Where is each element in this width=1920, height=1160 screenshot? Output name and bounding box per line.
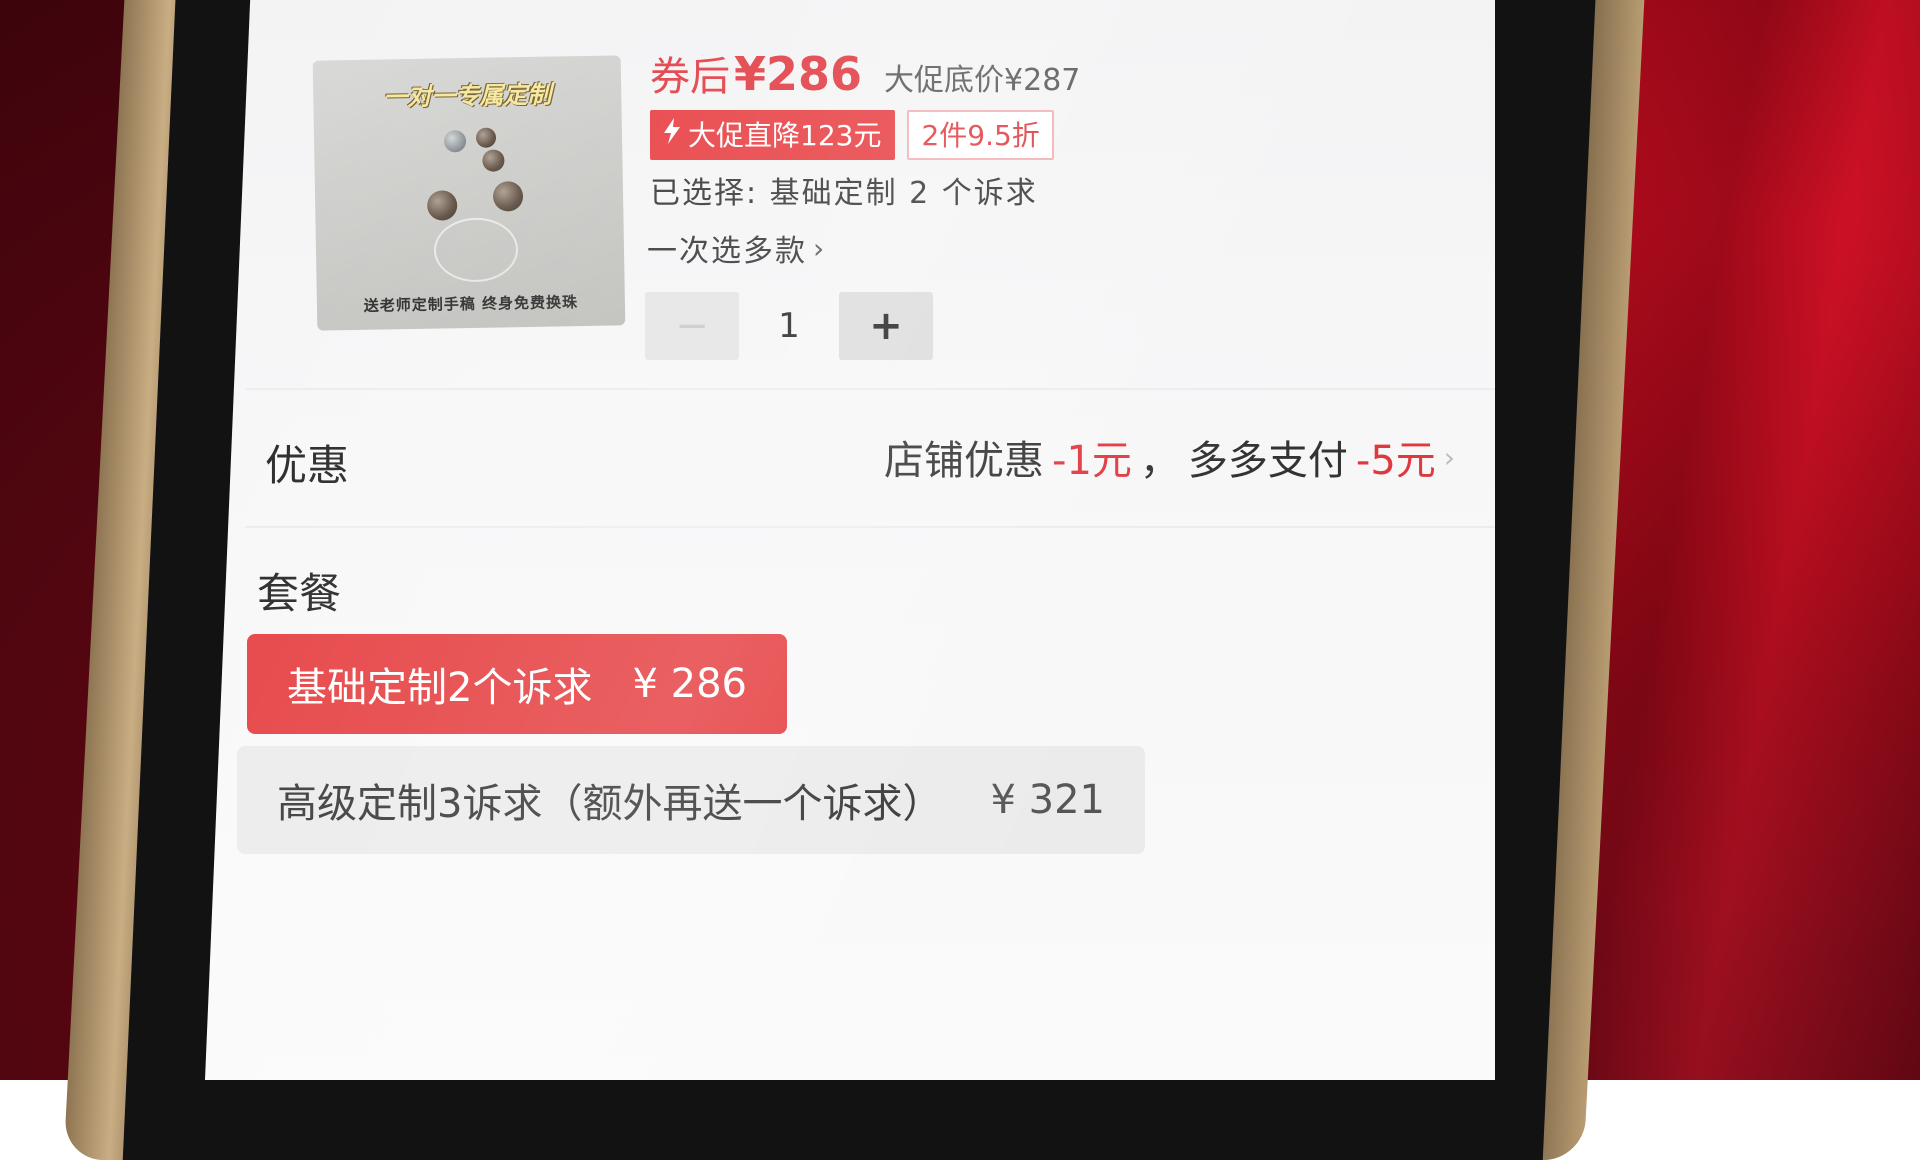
phone-screen: 一对一专属定制 送老师定制手稿 终身免费换珠 券后¥286 大促底价¥287 大促… — [205, 0, 1495, 1080]
bracelet-string — [433, 217, 519, 283]
divider — [245, 388, 1495, 390]
increase-quantity-button[interactable]: + — [839, 292, 933, 360]
package-option-basic[interactable]: 基础定制2个诉求 ¥ 286 — [247, 634, 787, 734]
thumbnail-caption: 送老师定制手稿 终身免费换珠 — [363, 293, 579, 315]
bead — [443, 130, 467, 153]
discount-label: 优惠 — [265, 441, 350, 490]
bead — [482, 149, 505, 172]
promo-tags: 大促直降123元 2件9.5折 — [650, 110, 1054, 160]
lightning-icon — [662, 117, 682, 151]
pay-discount-amount: -5元 — [1355, 438, 1436, 484]
multi-select-label: 一次选多款 — [647, 234, 807, 269]
package-option-advanced[interactable]: 高级定制3诉求（额外再送一个诉求） ¥ 321 — [237, 746, 1145, 854]
multi-select-link[interactable]: 一次选多款 › — [647, 226, 826, 270]
package-name: 基础定制2个诉求 — [287, 665, 593, 711]
floor-price-label: 大促底价 — [884, 63, 1005, 98]
decrease-quantity-button[interactable]: − — [645, 292, 739, 360]
shop-discount-text: 店铺优惠 — [884, 438, 1045, 484]
promo-tag: 大促直降123元 — [650, 110, 896, 160]
chevron-right-icon: › — [813, 231, 827, 265]
shop-discount-amount: -1元 — [1052, 438, 1132, 484]
quantity-value[interactable]: 1 — [739, 306, 839, 346]
discount-separator: ， — [1139, 438, 1180, 484]
chevron-right-icon: › — [1443, 440, 1455, 474]
bead — [492, 181, 524, 212]
package-label: 套餐 — [257, 569, 342, 618]
package-price: ¥ 321 — [990, 777, 1105, 823]
package-name: 高级定制3诉求（额外再送一个诉求） — [277, 781, 943, 827]
divider — [245, 526, 1495, 528]
bundle-discount-tag: 2件9.5折 — [907, 110, 1054, 160]
thumbnail-title: 一对一专属定制 — [383, 79, 552, 112]
bead — [426, 190, 458, 221]
quantity-stepper: − 1 + — [645, 292, 933, 360]
floor-price-value: ¥287 — [1004, 63, 1081, 98]
selected-spec: 已选择: 基础定制 2 个诉求 — [650, 176, 1038, 211]
package-price: ¥ 286 — [632, 661, 747, 707]
discount-detail[interactable]: 店铺优惠 -1元，多多支付 -5元 › — [884, 428, 1455, 486]
pay-discount-text: 多多支付 — [1187, 438, 1348, 484]
price-prefix: 券后 — [650, 54, 730, 100]
product-thumbnail[interactable]: 一对一专属定制 送老师定制手稿 终身免费换珠 — [312, 55, 626, 331]
promo-tag-text: 大促直降123元 — [688, 119, 882, 152]
bead — [475, 127, 497, 148]
floor-price: 大促底价¥287 — [884, 63, 1080, 98]
price-line: 券后¥286 大促底价¥287 — [650, 44, 1080, 102]
coupon-price: ¥286 — [734, 47, 863, 101]
